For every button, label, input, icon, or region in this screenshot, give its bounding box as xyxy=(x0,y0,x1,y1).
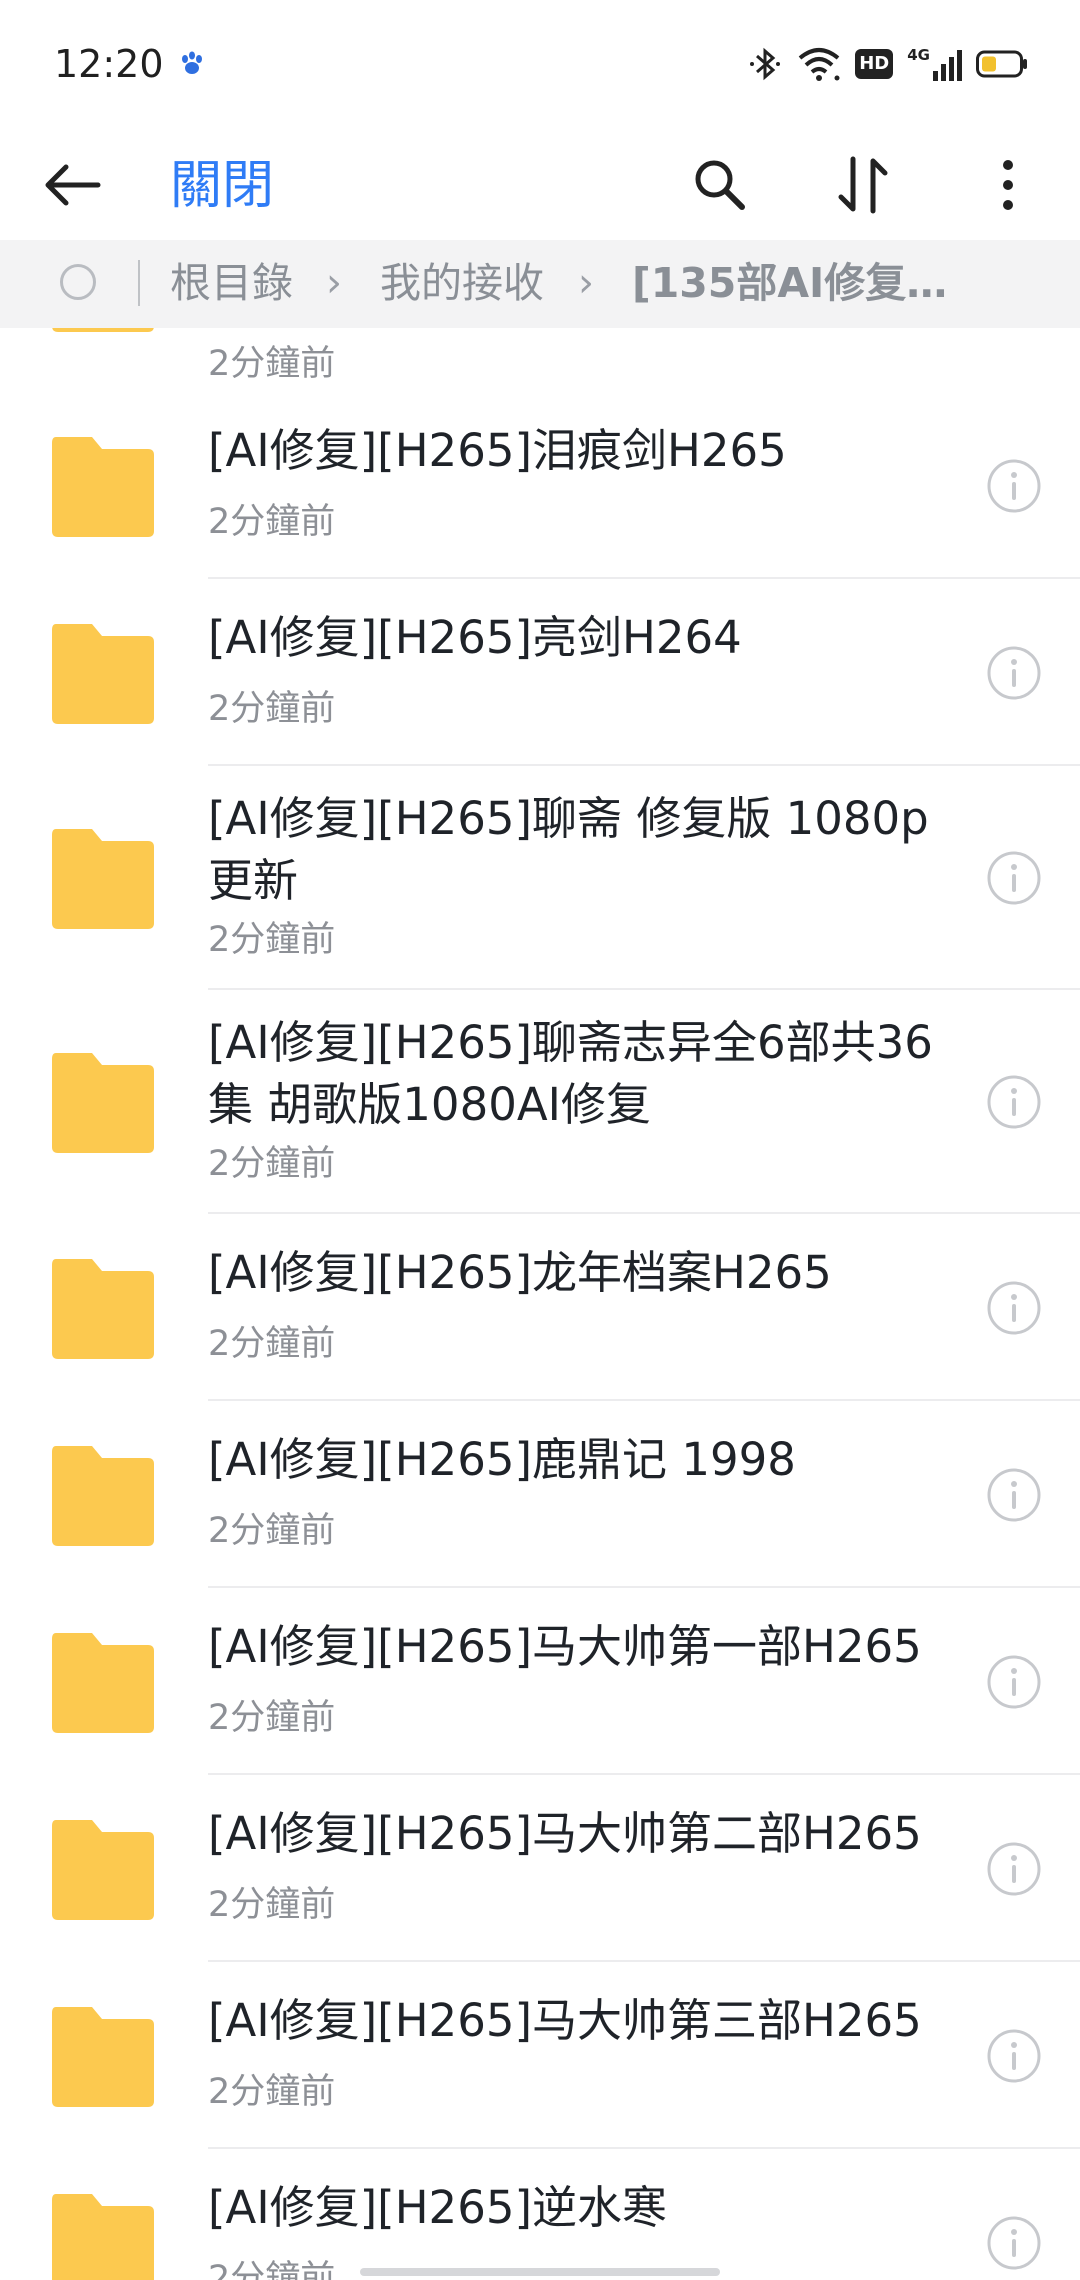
folder-icon xyxy=(48,825,158,931)
back-arrow-icon xyxy=(45,164,101,206)
info-icon xyxy=(987,459,1041,513)
bluetooth-icon xyxy=(750,47,781,81)
item-title: [AI修复][H265]亮剑H264 xyxy=(208,611,742,664)
item-modified-time: 2分鐘前 xyxy=(208,2072,336,2112)
info-button[interactable] xyxy=(976,2205,1052,2280)
info-icon xyxy=(987,646,1041,700)
status-time: 12:20 xyxy=(54,42,164,86)
item-title: [AI修复][H265]马大帅第三部H265 xyxy=(208,1994,922,2047)
scroll-indicator xyxy=(360,2268,720,2276)
battery-icon xyxy=(976,50,1027,78)
item-title: [AI修复][H265]聊斋 修复版 1080p 更新 xyxy=(208,792,929,907)
item-modified-time: 2分鐘前 xyxy=(208,1698,336,1738)
chevron-right-icon: › xyxy=(326,260,342,306)
list-item[interactable]: [AI修复][H265]亮剑H264 2分鐘前 xyxy=(0,579,1080,766)
item-title: [AI修复][H265]马大帅第一部H265 xyxy=(208,1620,922,1673)
status-bar: 12:20 HD 4G xyxy=(0,0,1080,130)
item-title: [AI修复][H265]鹿鼎记 1998 xyxy=(208,1433,796,1486)
list-item[interactable]: [AI修复][H265]马大帅第三部H265 2分鐘前 xyxy=(0,1962,1080,2149)
list-item[interactable]: [AI修复][H265]马大帅第二部H265 2分鐘前 xyxy=(0,1775,1080,1962)
item-title: [AI修复][H265]龙年档案H265 xyxy=(208,1246,832,1299)
info-button[interactable] xyxy=(976,1644,1052,1720)
network-type-label: 4G xyxy=(907,46,930,64)
info-button[interactable] xyxy=(976,840,1052,916)
list-item[interactable]: [AI修复][H265]逆水寒 2分鐘前 xyxy=(0,2149,1080,2280)
item-modified-time: 2分鐘前 xyxy=(208,2259,336,2280)
list-item[interactable]: [AI修复][H265]马大帅第一部H265 2分鐘前 xyxy=(0,1588,1080,1775)
close-button[interactable]: 關閉 xyxy=(170,156,274,216)
info-icon xyxy=(987,851,1041,905)
item-modified-time: 2分鐘前 xyxy=(208,502,336,542)
signal-4g-icon: 4G xyxy=(907,47,962,81)
list-item[interactable]: [AI修复][H265]龙年档案H265 2分鐘前 xyxy=(0,1214,1080,1401)
info-icon xyxy=(987,2029,1041,2083)
breadcrumb: 根目錄 › 我的接收 › [135部AI修复… xyxy=(0,240,1080,328)
chevron-right-icon: › xyxy=(578,260,594,306)
info-icon xyxy=(987,1655,1041,1709)
info-button[interactable] xyxy=(976,448,1052,524)
item-title: [AI修复][H265]泪痕剑H265 xyxy=(208,424,787,477)
folder-icon xyxy=(48,1629,158,1735)
info-button[interactable] xyxy=(976,1831,1052,1907)
baidu-paw-icon xyxy=(182,51,202,74)
info-icon xyxy=(987,2216,1041,2270)
sort-icon xyxy=(838,156,888,214)
list-item[interactable]: [AI修复][H265]聊斋 修复版 1080p 更新 2分鐘前 xyxy=(0,766,1080,990)
select-all-icon[interactable] xyxy=(60,264,96,300)
info-button[interactable] xyxy=(976,2018,1052,2094)
item-title: [AI修复][H265]马大帅第二部H265 xyxy=(208,1807,922,1860)
list-item[interactable]: [AI修复][H265]聊斋志异全6部共36集 胡歌版1080AI修复 2分鐘前 xyxy=(0,990,1080,1214)
item-modified-time: 2分鐘前 xyxy=(208,1144,336,1184)
info-button[interactable] xyxy=(976,1270,1052,1346)
folder-icon xyxy=(48,1442,158,1548)
more-vert-icon xyxy=(1003,160,1013,210)
folder-icon xyxy=(48,2190,158,2280)
breadcrumb-divider xyxy=(138,260,140,306)
search-button[interactable] xyxy=(672,130,768,240)
folder-icon xyxy=(48,1816,158,1922)
more-options-button[interactable] xyxy=(960,130,1056,240)
item-title: [AI修复][H265]逆水寒 xyxy=(208,2181,668,2234)
folder-icon xyxy=(48,433,158,539)
folder-icon xyxy=(48,1255,158,1361)
info-button[interactable] xyxy=(976,635,1052,711)
info-icon xyxy=(987,1842,1041,1896)
search-icon xyxy=(695,160,745,210)
hd-icon: HD xyxy=(855,49,894,79)
item-modified-time: 2分鐘前 xyxy=(208,689,336,729)
info-button[interactable] xyxy=(976,1457,1052,1533)
item-modified-time: 2分鐘前 xyxy=(208,344,336,384)
sort-button[interactable] xyxy=(815,130,911,240)
folder-icon xyxy=(48,328,158,334)
app-bar: 關閉 xyxy=(0,130,1080,240)
breadcrumb-root[interactable]: 根目錄 xyxy=(170,254,293,312)
wifi-icon xyxy=(798,48,840,81)
info-button[interactable] xyxy=(976,1064,1052,1140)
item-modified-time: 2分鐘前 xyxy=(208,1324,336,1364)
breadcrumb-my-received[interactable]: 我的接收 xyxy=(380,254,544,312)
info-icon xyxy=(987,1075,1041,1129)
item-modified-time: 2分鐘前 xyxy=(208,1511,336,1551)
info-icon xyxy=(987,1468,1041,1522)
folder-icon xyxy=(48,620,158,726)
item-modified-time: 2分鐘前 xyxy=(208,1885,336,1925)
list-item[interactable]: [AI修复][H265]鹿鼎记 1998 2分鐘前 xyxy=(0,1401,1080,1588)
item-title: [AI修复][H265]聊斋志异全6部共36集 胡歌版1080AI修复 xyxy=(208,1016,933,1131)
file-list[interactable]: 2分鐘前 [AI修复][H265]泪痕剑H265 2分鐘前 [AI修复][H265]亮… xyxy=(0,328,1080,2280)
folder-icon xyxy=(48,2003,158,2109)
info-icon xyxy=(987,1281,1041,1335)
back-button[interactable] xyxy=(36,130,108,240)
folder-icon xyxy=(48,1049,158,1155)
item-modified-time: 2分鐘前 xyxy=(208,920,336,960)
breadcrumb-current: [135部AI修复… xyxy=(632,259,948,307)
list-item[interactable]: [AI修复][H265]泪痕剑H265 2分鐘前 xyxy=(0,392,1080,579)
